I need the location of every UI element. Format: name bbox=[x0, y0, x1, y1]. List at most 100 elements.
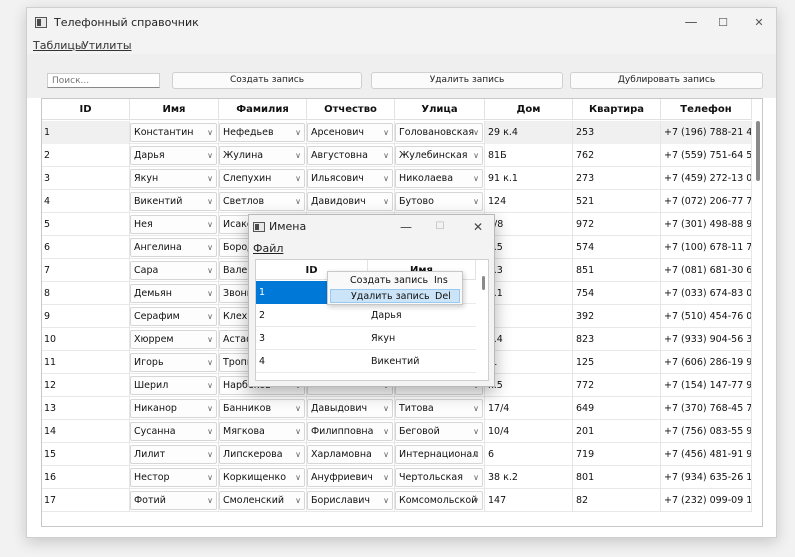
column-header[interactable]: Дом bbox=[485, 99, 573, 120]
column-header[interactable]: Отчество bbox=[307, 99, 395, 120]
table-cell[interactable]: 6 bbox=[42, 236, 130, 259]
table-cell[interactable]: +7 (072) 206-77 75 bbox=[661, 190, 752, 213]
chevron-down-icon[interactable]: ∨ bbox=[207, 446, 213, 463]
dialog-close-button[interactable]: ✕ bbox=[469, 218, 487, 236]
chevron-down-icon[interactable]: ∨ bbox=[473, 446, 479, 463]
cell-combobox[interactable]: Демьян ∨ bbox=[130, 284, 217, 303]
chevron-down-icon[interactable]: ∨ bbox=[207, 193, 213, 210]
table-cell[interactable]: к.5 bbox=[485, 236, 573, 259]
names-table-cell[interactable]: Викентий bbox=[368, 350, 476, 373]
column-header[interactable]: Имя bbox=[130, 99, 219, 120]
chevron-down-icon[interactable]: ∨ bbox=[295, 124, 301, 141]
chevron-down-icon[interactable]: ∨ bbox=[473, 124, 479, 141]
chevron-down-icon[interactable]: ∨ bbox=[383, 492, 389, 509]
table-cell[interactable]: 38 к.2 bbox=[485, 466, 573, 489]
table-cell[interactable]: +7 (756) 083-55 97 bbox=[661, 420, 752, 443]
cell-combobox[interactable]: Дарья ∨ bbox=[130, 146, 217, 165]
chevron-down-icon[interactable]: ∨ bbox=[383, 446, 389, 463]
cell-combobox[interactable]: Давыдович ∨ bbox=[307, 399, 393, 418]
create-record-button[interactable]: Создать запись bbox=[172, 72, 362, 89]
table-cell[interactable]: +7 (100) 678-11 77 bbox=[661, 236, 752, 259]
dialog-menu-file[interactable]: Файл bbox=[253, 242, 283, 255]
names-table-cell[interactable]: 4 bbox=[256, 350, 368, 373]
cell-combobox[interactable]: Августовна ∨ bbox=[307, 146, 393, 165]
names-table-row[interactable]: 2 Дарья bbox=[256, 304, 476, 327]
table-cell[interactable]: 1 bbox=[42, 121, 130, 144]
cell-combobox[interactable]: Титова ∨ bbox=[395, 399, 483, 418]
dialog-minimize-button[interactable]: — bbox=[397, 218, 415, 236]
table-cell[interactable]: 82 bbox=[573, 489, 661, 512]
chevron-down-icon[interactable]: ∨ bbox=[207, 400, 213, 417]
table-cell[interactable]: 13 bbox=[42, 397, 130, 420]
table-cell[interactable]: +7 (370) 768-45 77 bbox=[661, 397, 752, 420]
cell-combobox[interactable]: Сусанна ∨ bbox=[130, 422, 217, 441]
table-cell[interactable]: 7/8 bbox=[485, 213, 573, 236]
chevron-down-icon[interactable]: ∨ bbox=[295, 400, 301, 417]
title-bar[interactable]: Телефонный справочник — ☐ ✕ bbox=[27, 8, 776, 38]
names-table-cell[interactable]: Дарья bbox=[368, 304, 476, 327]
chevron-down-icon[interactable]: ∨ bbox=[473, 469, 479, 486]
chevron-down-icon[interactable]: ∨ bbox=[207, 147, 213, 164]
dialog-title-bar[interactable]: Имена — ☐ ✕ bbox=[249, 215, 494, 239]
table-cell[interactable]: 5 bbox=[42, 213, 130, 236]
cell-combobox[interactable]: Липскерова ∨ bbox=[219, 445, 305, 464]
chevron-down-icon[interactable]: ∨ bbox=[295, 147, 301, 164]
table-cell[interactable]: 392 bbox=[573, 305, 661, 328]
table-cell[interactable]: +7 (081) 681-30 60 bbox=[661, 259, 752, 282]
table-cell[interactable]: 81Б bbox=[485, 144, 573, 167]
table-cell[interactable]: +7 (232) 099-09 11 bbox=[661, 489, 752, 512]
table-cell[interactable]: 91 к.1 bbox=[485, 167, 573, 190]
chevron-down-icon[interactable]: ∨ bbox=[473, 170, 479, 187]
chevron-down-icon[interactable]: ∨ bbox=[207, 124, 213, 141]
cell-combobox[interactable]: Беговой ∨ bbox=[395, 422, 483, 441]
cell-combobox[interactable]: Константин ∨ bbox=[130, 123, 217, 142]
table-cell[interactable]: к.4 bbox=[485, 328, 573, 351]
table-row[interactable]: 14 Сусанна ∨ Мягкова ∨ Филипповна ∨ Беговой ∨ 10/… bbox=[42, 420, 752, 443]
cell-combobox[interactable]: Арсенович ∨ bbox=[307, 123, 393, 142]
chevron-down-icon[interactable]: ∨ bbox=[207, 170, 213, 187]
column-header[interactable]: Улица bbox=[395, 99, 485, 120]
cell-combobox[interactable]: Фотий ∨ bbox=[130, 491, 217, 510]
cell-combobox[interactable]: Смоленский ∨ bbox=[219, 491, 305, 510]
table-cell[interactable]: 125 bbox=[573, 351, 661, 374]
cell-combobox[interactable]: Мягкова ∨ bbox=[219, 422, 305, 441]
cell-combobox[interactable]: Комсомольской ∨ bbox=[395, 491, 483, 510]
table-cell[interactable]: 754 bbox=[573, 282, 661, 305]
chevron-down-icon[interactable]: ∨ bbox=[473, 193, 479, 210]
table-row[interactable]: 15 Лилит ∨ Липскерова ∨ Харламовна ∨ Интернацио… bbox=[42, 443, 752, 466]
table-cell[interactable]: 4 bbox=[42, 190, 130, 213]
table-cell[interactable]: 16 bbox=[42, 466, 130, 489]
table-cell[interactable]: 574 bbox=[573, 236, 661, 259]
chevron-down-icon[interactable]: ∨ bbox=[295, 446, 301, 463]
table-row[interactable]: 1 Константин ∨ Нефедьев ∨ Арсенович ∨ Голованов… bbox=[42, 121, 752, 144]
cell-combobox[interactable]: Головановская ∨ bbox=[395, 123, 483, 142]
chevron-down-icon[interactable]: ∨ bbox=[207, 423, 213, 440]
cell-combobox[interactable]: Ангелина ∨ bbox=[130, 238, 217, 257]
table-cell[interactable]: 972 bbox=[573, 213, 661, 236]
cell-combobox[interactable]: Давидович ∨ bbox=[307, 192, 393, 211]
table-cell[interactable]: +7 (033) 674-83 00 bbox=[661, 282, 752, 305]
table-cell[interactable]: 6 bbox=[485, 443, 573, 466]
menu-utilities[interactable]: Утилиты bbox=[82, 39, 132, 52]
chevron-down-icon[interactable]: ∨ bbox=[473, 492, 479, 509]
cell-combobox[interactable]: Бориславич ∨ bbox=[307, 491, 393, 510]
cell-combobox[interactable]: Никанор ∨ bbox=[130, 399, 217, 418]
chevron-down-icon[interactable]: ∨ bbox=[383, 193, 389, 210]
close-button[interactable]: ✕ bbox=[749, 14, 769, 32]
chevron-down-icon[interactable]: ∨ bbox=[207, 216, 213, 233]
chevron-down-icon[interactable]: ∨ bbox=[295, 193, 301, 210]
chevron-down-icon[interactable]: ∨ bbox=[295, 423, 301, 440]
table-cell[interactable]: 253 bbox=[573, 121, 661, 144]
table-cell[interactable]: +7 (154) 147-77 94 bbox=[661, 374, 752, 397]
table-cell[interactable]: к.5 bbox=[485, 374, 573, 397]
search-input[interactable] bbox=[47, 73, 160, 88]
table-cell[interactable]: +7 (934) 635-26 10 bbox=[661, 466, 752, 489]
table-cell[interactable]: 17/4 bbox=[485, 397, 573, 420]
chevron-down-icon[interactable]: ∨ bbox=[207, 308, 213, 325]
column-header[interactable]: ID bbox=[42, 99, 130, 120]
table-cell[interactable]: +7 (196) 788-21 46 bbox=[661, 121, 752, 144]
context-create-record[interactable]: Создать запись Ins bbox=[330, 274, 460, 288]
cell-combobox[interactable]: Нефедьев ∨ bbox=[219, 123, 305, 142]
table-cell[interactable]: 801 bbox=[573, 466, 661, 489]
chevron-down-icon[interactable]: ∨ bbox=[207, 262, 213, 279]
